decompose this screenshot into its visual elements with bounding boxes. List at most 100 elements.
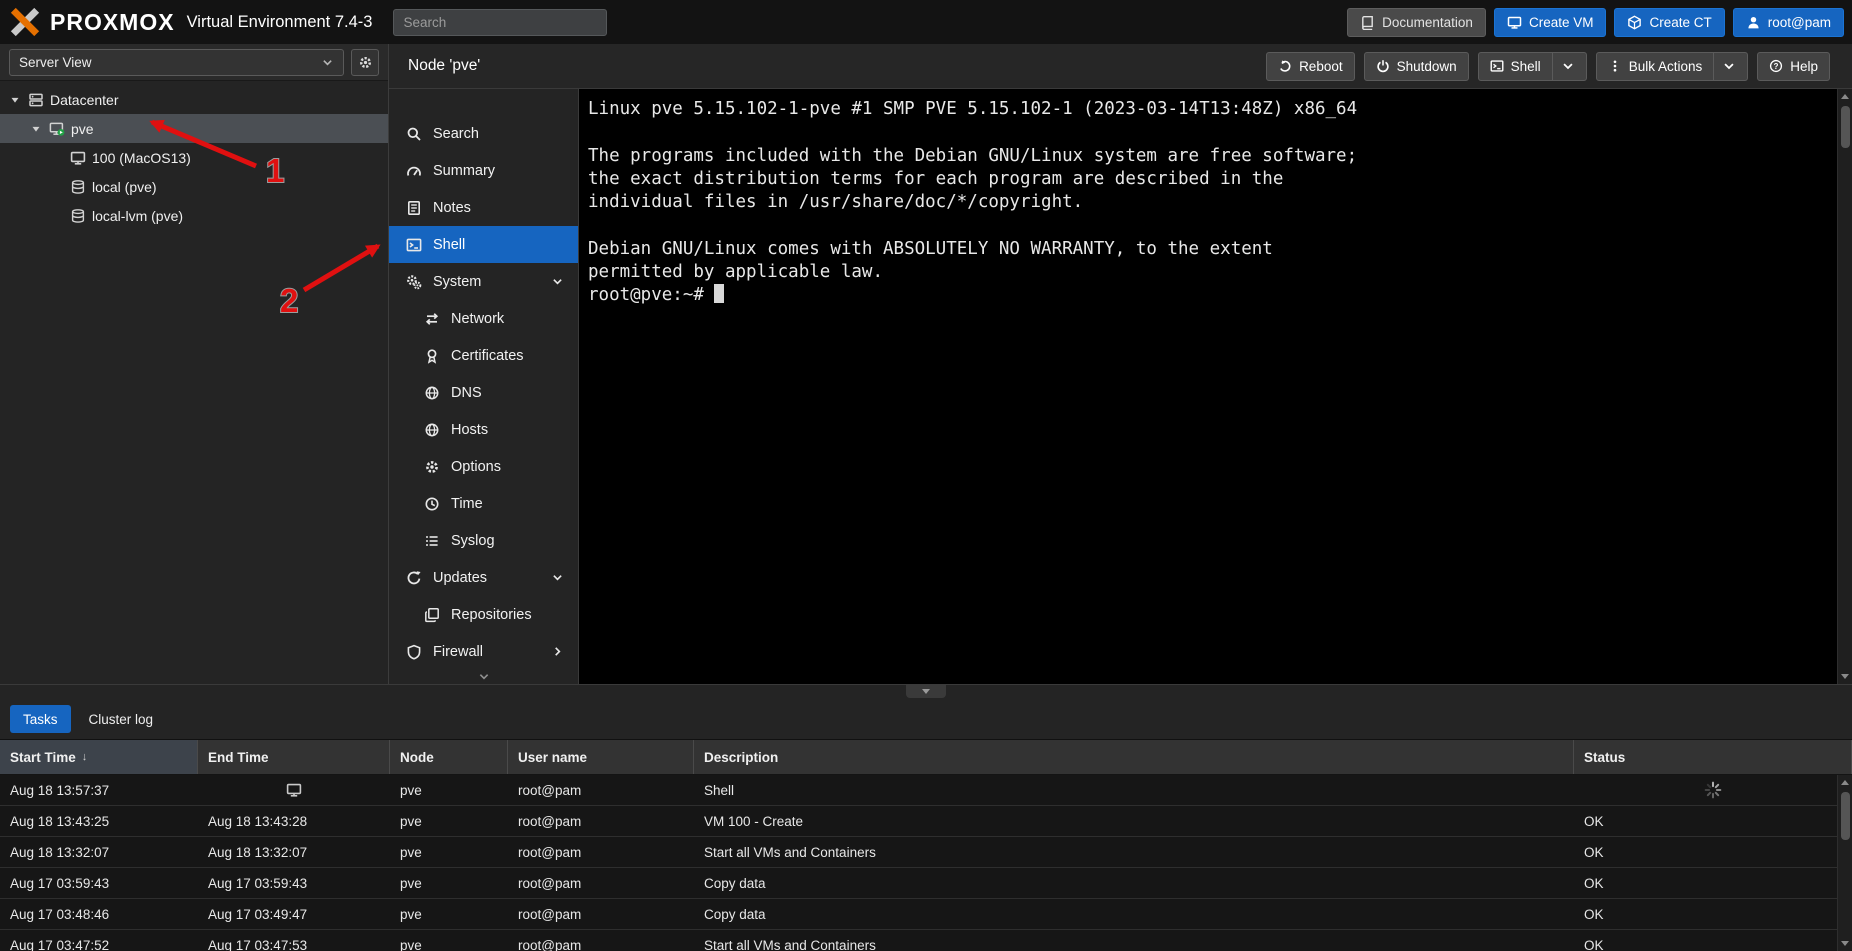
tasks-panel: Tasks Cluster log Start Time↓ End Time Nod… (0, 699, 1852, 951)
task-cell-user: root@pam (508, 806, 694, 836)
task-cell-start-time: Aug 17 03:48:46 (0, 899, 198, 929)
menu-item-label: System (433, 274, 481, 290)
view-selector[interactable]: Server View (9, 49, 344, 76)
dropdown-caret[interactable] (1713, 53, 1736, 80)
help-button[interactable]: Help (1757, 52, 1830, 81)
dropdown-caret[interactable] (1552, 53, 1575, 80)
tree-item-100-macos13[interactable]: 100 (MacOS13) (0, 143, 388, 172)
task-cell-user: root@pam (508, 899, 694, 929)
menu-scroll-more-icon[interactable] (476, 670, 491, 683)
globe-icon (424, 422, 440, 438)
tree-item-pve[interactable]: pve (0, 114, 388, 143)
menu-item-shell[interactable]: Shell (389, 226, 578, 263)
button-label: Bulk Actions (1629, 59, 1703, 74)
menu-item-label: Shell (433, 237, 465, 253)
tree-item-label: pve (71, 121, 94, 137)
panel-splitter[interactable] (0, 684, 1852, 699)
tab-tasks[interactable]: Tasks (10, 705, 71, 733)
task-cell-end-time (198, 775, 390, 805)
gears-icon (406, 274, 422, 290)
reboot-button[interactable]: Reboot (1266, 52, 1355, 81)
task-cell-end-time: Aug 18 13:32:07 (198, 837, 390, 867)
menu-item-certificates[interactable]: Certificates (389, 337, 578, 374)
shutdown-button[interactable]: Shutdown (1364, 52, 1469, 81)
monitor-icon (1507, 15, 1522, 30)
scroll-down-icon[interactable] (1838, 936, 1852, 951)
menu-item-firewall[interactable]: Firewall (389, 633, 578, 670)
task-cell-node: pve (390, 868, 508, 898)
storage-icon (70, 179, 86, 195)
user-menu-button[interactable]: root@pam (1733, 8, 1844, 37)
tree-item-local-lvm-pve[interactable]: local-lvm (pve) (0, 201, 388, 230)
task-cell-user: root@pam (508, 775, 694, 805)
tree-item-datacenter[interactable]: Datacenter (0, 85, 388, 114)
task-cell-end-time: Aug 18 13:43:28 (198, 806, 390, 836)
terminal-scrollbar[interactable] (1837, 89, 1852, 684)
column-label: End Time (208, 750, 269, 765)
bulk-icon (1608, 59, 1622, 73)
column-header-status[interactable]: Status (1574, 740, 1852, 774)
menu-item-notes[interactable]: Notes (389, 189, 578, 226)
scroll-up-icon[interactable] (1838, 775, 1852, 790)
terminal-scroll-thumb[interactable] (1841, 106, 1850, 148)
column-label: Status (1584, 750, 1625, 765)
menu-item-network[interactable]: Network (389, 300, 578, 337)
tree-item-local-pve[interactable]: local (pve) (0, 172, 388, 201)
task-row[interactable]: Aug 18 13:57:37pveroot@pamShell (0, 775, 1852, 806)
create-ct-button[interactable]: Create CT (1614, 8, 1724, 37)
menu-item-syslog[interactable]: Syslog (389, 522, 578, 559)
tree-item-label: local-lvm (pve) (92, 208, 183, 224)
column-header-start-time[interactable]: Start Time↓ (0, 740, 198, 774)
splitter-collapse-handle[interactable] (906, 685, 946, 698)
menu-item-search[interactable]: Search (389, 115, 578, 152)
menu-item-updates[interactable]: Updates (389, 559, 578, 596)
menu-item-summary[interactable]: Summary (389, 152, 578, 189)
task-row[interactable]: Aug 17 03:47:52Aug 17 03:47:53pveroot@pa… (0, 930, 1852, 951)
global-search-input[interactable] (393, 9, 607, 36)
button-label: Shutdown (1397, 59, 1457, 74)
tree-settings-button[interactable] (351, 49, 379, 76)
menu-item-label: Hosts (451, 422, 488, 438)
shell-terminal[interactable]: Linux pve 5.15.102-1-pve #1 SMP PVE 5.15… (579, 89, 1852, 684)
column-header-user-name[interactable]: User name (508, 740, 694, 774)
tasks-table-header: Start Time↓ End Time NodeUser nameDescript… (0, 739, 1852, 775)
task-cell-description: Copy data (694, 868, 1574, 898)
create-vm-button[interactable]: Create VM (1494, 8, 1607, 37)
menu-item-repositories[interactable]: Repositories (389, 596, 578, 633)
task-row[interactable]: Aug 17 03:59:43Aug 17 03:59:43pveroot@pa… (0, 868, 1852, 899)
chev-down-icon (1561, 59, 1575, 73)
task-row[interactable]: Aug 18 13:32:07Aug 18 13:32:07pveroot@pa… (0, 837, 1852, 868)
topbar-actions: Documentation Create VM Create CT root@p… (1347, 8, 1844, 37)
column-header-end-time[interactable]: End Time (198, 740, 390, 774)
task-cell-status: OK (1574, 868, 1852, 898)
tasks-scroll-thumb[interactable] (1841, 792, 1850, 840)
tasks-scrollbar[interactable] (1837, 775, 1852, 951)
column-header-description[interactable]: Description (694, 740, 1574, 774)
scroll-up-icon[interactable] (1838, 89, 1852, 104)
node-menu: SearchSummaryNotes Shell System NetworkCert… (389, 89, 579, 684)
column-header-node[interactable]: Node (390, 740, 508, 774)
task-cell-status: OK (1574, 837, 1852, 867)
summary-icon (406, 163, 422, 179)
notes-icon (406, 200, 422, 216)
menu-item-time[interactable]: Time (389, 485, 578, 522)
column-label: Start Time (10, 750, 76, 765)
menu-item-options[interactable]: Options (389, 448, 578, 485)
menu-item-system[interactable]: System (389, 263, 578, 300)
task-cell-status: OK (1574, 930, 1852, 951)
task-row[interactable]: Aug 18 13:43:25Aug 18 13:43:28pveroot@pa… (0, 806, 1852, 837)
scroll-down-icon[interactable] (1838, 669, 1852, 684)
shell-button[interactable]: Shell (1478, 52, 1587, 81)
task-row[interactable]: Aug 17 03:48:46Aug 17 03:49:47pveroot@pa… (0, 899, 1852, 930)
globe-icon (424, 385, 440, 401)
task-cell-description: Start all VMs and Containers (694, 930, 1574, 951)
cube-icon (1627, 15, 1642, 30)
shell-icon (1490, 59, 1504, 73)
bulk-actions-button[interactable]: Bulk Actions (1596, 52, 1749, 81)
menu-item-dns[interactable]: DNS (389, 374, 578, 411)
documentation-button[interactable]: Documentation (1347, 8, 1486, 37)
menu-item-hosts[interactable]: Hosts (389, 411, 578, 448)
terminal-output: Linux pve 5.15.102-1-pve #1 SMP PVE 5.15… (588, 98, 1357, 308)
tab-cluster-log[interactable]: Cluster log (76, 705, 167, 733)
tasks-table-body: Aug 18 13:57:37pveroot@pamShellAug 18 13… (0, 775, 1852, 951)
